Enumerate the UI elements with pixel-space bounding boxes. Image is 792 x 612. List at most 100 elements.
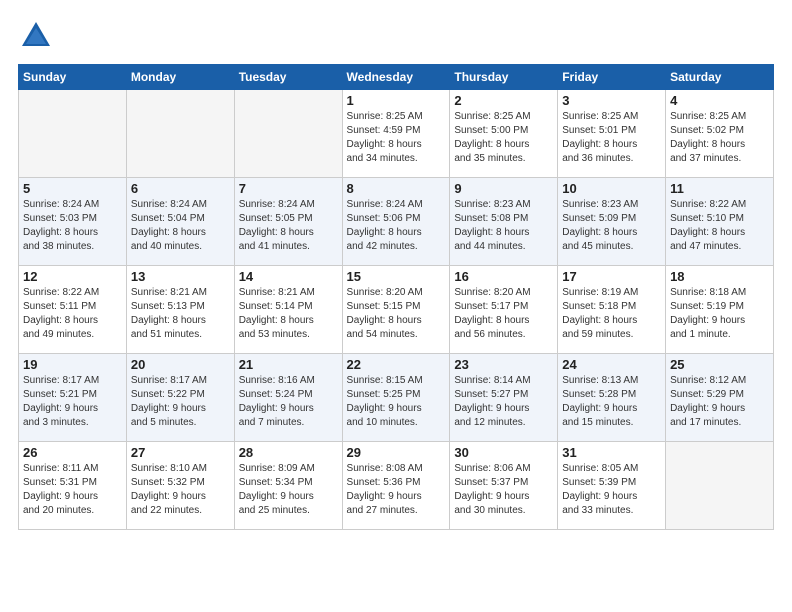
calendar-cell: 26 Sunrise: 8:11 AMSunset: 5:31 PMDayligh…	[19, 442, 127, 530]
day-number: 17	[562, 269, 661, 284]
calendar-cell: 16 Sunrise: 8:20 AMSunset: 5:17 PMDayligh…	[450, 266, 558, 354]
day-info: Sunrise: 8:25 AMSunset: 5:02 PMDaylight:…	[670, 110, 769, 166]
calendar-cell: 8 Sunrise: 8:24 AMSunset: 5:06 PMDaylight…	[342, 178, 450, 266]
day-number: 11	[670, 181, 769, 196]
calendar-header-monday: Monday	[126, 65, 234, 90]
calendar-cell: 7 Sunrise: 8:24 AMSunset: 5:05 PMDaylight…	[234, 178, 342, 266]
day-info: Sunrise: 8:19 AMSunset: 5:18 PMDaylight:…	[562, 286, 661, 342]
day-info: Sunrise: 8:24 AMSunset: 5:05 PMDaylight:…	[239, 198, 338, 254]
day-number: 5	[23, 181, 122, 196]
calendar-cell: 20 Sunrise: 8:17 AMSunset: 5:22 PMDayligh…	[126, 354, 234, 442]
calendar-cell: 28 Sunrise: 8:09 AMSunset: 5:34 PMDayligh…	[234, 442, 342, 530]
calendar-cell: 19Sunrise: 8:17 AMSunset: 5:21 PMDayligh…	[19, 354, 127, 442]
calendar-cell: 15 Sunrise: 8:20 AMSunset: 5:15 PMDayligh…	[342, 266, 450, 354]
calendar-cell: 27Sunrise: 8:10 AMSunset: 5:32 PMDayligh…	[126, 442, 234, 530]
day-info: Sunrise: 8:21 AMSunset: 5:13 PMDaylight:…	[131, 286, 230, 342]
day-info: Sunrise: 8:06 AMSunset: 5:37 PMDaylight:…	[454, 462, 553, 518]
day-info: Sunrise: 8:14 AMSunset: 5:27 PMDaylight:…	[454, 374, 553, 430]
day-number: 1	[347, 93, 446, 108]
day-info: Sunrise: 8:23 AMSunset: 5:09 PMDaylight:…	[562, 198, 661, 254]
day-number: 6	[131, 181, 230, 196]
calendar-week-4: 19Sunrise: 8:17 AMSunset: 5:21 PMDayligh…	[19, 354, 774, 442]
day-number: 7	[239, 181, 338, 196]
day-info: Sunrise: 8:16 AMSunset: 5:24 PMDaylight:…	[239, 374, 338, 430]
day-info: Sunrise: 8:13 AMSunset: 5:28 PMDaylight:…	[562, 374, 661, 430]
page: SundayMondayTuesdayWednesdayThursdayFrid…	[0, 0, 792, 612]
day-info: Sunrise: 8:24 AMSunset: 5:04 PMDaylight:…	[131, 198, 230, 254]
day-info: Sunrise: 8:22 AMSunset: 5:11 PMDaylight:…	[23, 286, 122, 342]
calendar-cell: 29 Sunrise: 8:08 AMSunset: 5:36 PMDayligh…	[342, 442, 450, 530]
day-number: 13	[131, 269, 230, 284]
day-info: Sunrise: 8:20 AMSunset: 5:17 PMDaylight:…	[454, 286, 553, 342]
day-info: Sunrise: 8:24 AMSunset: 5:06 PMDaylight:…	[347, 198, 446, 254]
day-number: 22	[347, 357, 446, 372]
day-info: Sunrise: 8:08 AMSunset: 5:36 PMDaylight:…	[347, 462, 446, 518]
day-info: Sunrise: 8:20 AMSunset: 5:15 PMDaylight:…	[347, 286, 446, 342]
calendar-header-friday: Friday	[558, 65, 666, 90]
logo	[18, 18, 58, 54]
day-number: 12	[23, 269, 122, 284]
header	[18, 18, 774, 54]
day-number: 3	[562, 93, 661, 108]
day-number: 4	[670, 93, 769, 108]
calendar-cell: 5 Sunrise: 8:24 AMSunset: 5:03 PMDaylight…	[19, 178, 127, 266]
calendar-cell: 31Sunrise: 8:05 AMSunset: 5:39 PMDayligh…	[558, 442, 666, 530]
calendar-week-5: 26 Sunrise: 8:11 AMSunset: 5:31 PMDayligh…	[19, 442, 774, 530]
calendar-week-1: 1 Sunrise: 8:25 AMSunset: 4:59 PMDaylight…	[19, 90, 774, 178]
day-number: 9	[454, 181, 553, 196]
calendar-cell: 1 Sunrise: 8:25 AMSunset: 4:59 PMDaylight…	[342, 90, 450, 178]
day-number: 15	[347, 269, 446, 284]
calendar-cell: 21Sunrise: 8:16 AMSunset: 5:24 PMDayligh…	[234, 354, 342, 442]
calendar-cell: 10 Sunrise: 8:23 AMSunset: 5:09 PMDayligh…	[558, 178, 666, 266]
day-number: 8	[347, 181, 446, 196]
calendar-header-sunday: Sunday	[19, 65, 127, 90]
day-number: 18	[670, 269, 769, 284]
calendar-cell: 4 Sunrise: 8:25 AMSunset: 5:02 PMDaylight…	[666, 90, 774, 178]
calendar-cell: 25 Sunrise: 8:12 AMSunset: 5:29 PMDayligh…	[666, 354, 774, 442]
calendar-cell: 3 Sunrise: 8:25 AMSunset: 5:01 PMDaylight…	[558, 90, 666, 178]
calendar-cell: 14 Sunrise: 8:21 AMSunset: 5:14 PMDayligh…	[234, 266, 342, 354]
day-info: Sunrise: 8:25 AMSunset: 5:01 PMDaylight:…	[562, 110, 661, 166]
calendar-cell: 2Sunrise: 8:25 AMSunset: 5:00 PMDaylight…	[450, 90, 558, 178]
day-info: Sunrise: 8:15 AMSunset: 5:25 PMDaylight:…	[347, 374, 446, 430]
calendar-cell: 22 Sunrise: 8:15 AMSunset: 5:25 PMDayligh…	[342, 354, 450, 442]
calendar-cell: 12 Sunrise: 8:22 AMSunset: 5:11 PMDayligh…	[19, 266, 127, 354]
day-number: 26	[23, 445, 122, 460]
day-info: Sunrise: 8:11 AMSunset: 5:31 PMDaylight:…	[23, 462, 122, 518]
calendar-header-tuesday: Tuesday	[234, 65, 342, 90]
calendar-cell: 18 Sunrise: 8:18 AMSunset: 5:19 PMDayligh…	[666, 266, 774, 354]
calendar-header-wednesday: Wednesday	[342, 65, 450, 90]
calendar-header-saturday: Saturday	[666, 65, 774, 90]
calendar-header-thursday: Thursday	[450, 65, 558, 90]
day-number: 25	[670, 357, 769, 372]
day-info: Sunrise: 8:18 AMSunset: 5:19 PMDaylight:…	[670, 286, 769, 342]
logo-icon	[18, 18, 54, 54]
calendar-week-3: 12 Sunrise: 8:22 AMSunset: 5:11 PMDayligh…	[19, 266, 774, 354]
calendar-week-2: 5 Sunrise: 8:24 AMSunset: 5:03 PMDaylight…	[19, 178, 774, 266]
day-number: 16	[454, 269, 553, 284]
day-info: Sunrise: 8:25 AMSunset: 4:59 PMDaylight:…	[347, 110, 446, 166]
calendar: SundayMondayTuesdayWednesdayThursdayFrid…	[18, 64, 774, 530]
calendar-cell: 24Sunrise: 8:13 AMSunset: 5:28 PMDayligh…	[558, 354, 666, 442]
day-info: Sunrise: 8:22 AMSunset: 5:10 PMDaylight:…	[670, 198, 769, 254]
calendar-cell: 9Sunrise: 8:23 AMSunset: 5:08 PMDaylight…	[450, 178, 558, 266]
day-number: 10	[562, 181, 661, 196]
day-number: 30	[454, 445, 553, 460]
day-info: Sunrise: 8:24 AMSunset: 5:03 PMDaylight:…	[23, 198, 122, 254]
day-number: 2	[454, 93, 553, 108]
calendar-cell: 11 Sunrise: 8:22 AMSunset: 5:10 PMDayligh…	[666, 178, 774, 266]
day-info: Sunrise: 8:05 AMSunset: 5:39 PMDaylight:…	[562, 462, 661, 518]
day-info: Sunrise: 8:17 AMSunset: 5:22 PMDaylight:…	[131, 374, 230, 430]
day-info: Sunrise: 8:21 AMSunset: 5:14 PMDaylight:…	[239, 286, 338, 342]
calendar-cell: 17 Sunrise: 8:19 AMSunset: 5:18 PMDayligh…	[558, 266, 666, 354]
day-info: Sunrise: 8:09 AMSunset: 5:34 PMDaylight:…	[239, 462, 338, 518]
day-number: 20	[131, 357, 230, 372]
calendar-cell: 30 Sunrise: 8:06 AMSunset: 5:37 PMDayligh…	[450, 442, 558, 530]
day-number: 14	[239, 269, 338, 284]
day-number: 28	[239, 445, 338, 460]
calendar-cell	[126, 90, 234, 178]
day-info: Sunrise: 8:12 AMSunset: 5:29 PMDaylight:…	[670, 374, 769, 430]
calendar-cell: 6 Sunrise: 8:24 AMSunset: 5:04 PMDaylight…	[126, 178, 234, 266]
calendar-cell: 23Sunrise: 8:14 AMSunset: 5:27 PMDayligh…	[450, 354, 558, 442]
day-number: 29	[347, 445, 446, 460]
